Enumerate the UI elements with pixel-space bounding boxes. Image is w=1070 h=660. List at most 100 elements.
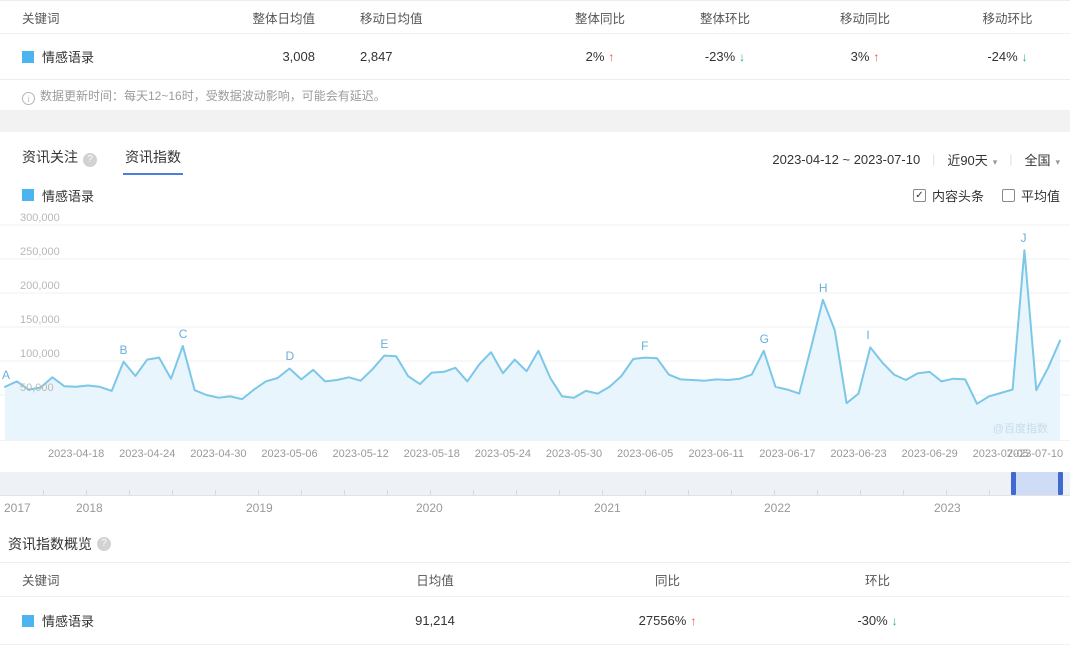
col-mobile-mom: 移动环比 <box>982 11 1033 26</box>
up-arrow-icon <box>873 50 879 64</box>
col-yoy: 同比 <box>654 574 680 588</box>
year-label-2022: 2022 <box>764 501 791 515</box>
info-icon: i <box>22 92 35 105</box>
period-select[interactable]: 近90天 ▾ <box>947 150 997 169</box>
x-axis-label: 2023-06-11 <box>688 448 744 460</box>
content-headlines-checkbox[interactable]: ✓ 内容头条 <box>912 186 984 205</box>
col-keyword: 关键词 <box>22 574 60 588</box>
keyword-label: 情感语录 <box>42 50 95 65</box>
slider-tick <box>172 490 173 495</box>
col-overall-mom: 整体环比 <box>699 11 750 26</box>
x-axis-label: 2023-05-06 <box>261 448 318 460</box>
slider-selection[interactable] <box>1011 472 1063 495</box>
slider-tick <box>860 490 861 495</box>
mobile-daily-avg-value: 2,847 <box>360 49 393 64</box>
tab-news-attention[interactable]: 资讯关注? <box>8 141 111 177</box>
y-axis-label: 100,000 <box>20 348 60 360</box>
col-daily-avg: 日均值 <box>416 574 454 588</box>
year-label-2017: 2017 <box>4 501 31 515</box>
y-axis-label: 200,000 <box>20 280 60 292</box>
slider-right-handle[interactable] <box>1058 472 1063 495</box>
col-mom: 环比 <box>864 574 890 588</box>
average-checkbox[interactable]: 平均值 <box>1001 186 1060 205</box>
slider-tick <box>817 490 818 495</box>
x-axis-label: 2023-06-05 <box>616 448 674 460</box>
x-axis-label: 2023-05-24 <box>474 448 531 460</box>
chevron-down-icon: ▾ <box>992 156 998 167</box>
x-axis-label: 2023-06-17 <box>759 448 816 460</box>
peak-annotation-H: H <box>818 280 828 295</box>
col-mobile-daily-avg: 移动日均值 <box>360 11 423 26</box>
x-axis-label: 2023-07-10 <box>1006 448 1064 460</box>
slider-tick <box>86 490 87 495</box>
slider-tick <box>946 490 947 495</box>
slider-tick <box>387 490 388 495</box>
overall-mom-value: -23% <box>665 34 785 80</box>
series-color-swatch <box>22 189 34 201</box>
daily-avg-value: 91,214 <box>415 613 455 628</box>
x-axis-label: 2023-04-24 <box>119 448 176 460</box>
peak-annotation-B: B <box>119 342 128 357</box>
down-arrow-icon <box>739 50 745 64</box>
slider-tick <box>645 490 646 495</box>
section-divider <box>0 110 1070 132</box>
overview-heading: 资讯指数概览? <box>0 532 1070 556</box>
chart-tabs-row: 资讯关注? 资讯指数 2023-04-12 ~ 2023-07-10 | 近90… <box>0 132 1070 178</box>
down-arrow-icon <box>1022 50 1028 64</box>
data-update-note: i 数据更新时间：每天12~16时，受数据波动影响，可能会有延迟。 <box>0 80 1070 105</box>
mobile-mom-value: -24% <box>945 34 1070 80</box>
date-range-label: 2023-04-12 ~ 2023-07-10 <box>772 151 921 167</box>
trend-line-svg <box>0 224 1070 440</box>
x-axis-label: 2023-05-30 <box>545 448 603 460</box>
divider: | <box>932 152 936 166</box>
y-axis-label: 50,000 <box>20 382 54 394</box>
chart-legend-row: 情感语录 ✓ 内容头条 平均值 <box>0 182 1070 208</box>
series-color-swatch <box>22 615 34 627</box>
slider-tick <box>43 490 44 495</box>
slider-tick <box>774 490 775 495</box>
overview-title: 资讯指数概览 <box>8 536 92 552</box>
slider-tick <box>473 490 474 495</box>
col-mobile-yoy: 移动同比 <box>839 11 890 26</box>
watermark: @百度指数 <box>992 423 1048 435</box>
slider-left-handle[interactable] <box>1011 472 1016 495</box>
timeline-slider[interactable] <box>0 472 1070 496</box>
index-trend-chart[interactable]: @百度指数 300,000 250,000 200,000 150,000 100,00… <box>0 212 1070 440</box>
peak-annotation-F: F <box>641 338 649 353</box>
slider-tick <box>903 490 904 495</box>
x-axis-label: 2023-05-18 <box>403 448 460 460</box>
overall-yoy-value: 2% <box>535 34 665 80</box>
timeline-year-labels: 2017 2018 2019 2020 2021 2022 2023 <box>0 496 1070 520</box>
year-label-2019: 2019 <box>246 501 273 515</box>
table-header-row: 关键词 整体日均值 移动日均值 整体同比 整体环比 移动同比 移动环比 <box>0 1 1070 34</box>
chevron-down-icon: ▾ <box>1055 156 1060 167</box>
y-axis-label: 300,000 <box>20 212 60 224</box>
x-axis-label: 2023-04-30 <box>190 448 247 460</box>
x-axis-label: 2023-06-23 <box>830 448 887 460</box>
peak-annotation-C: C <box>178 327 188 342</box>
slider-tick <box>731 490 732 495</box>
year-label-2021: 2021 <box>594 501 621 515</box>
tab-news-index[interactable]: 资讯指数 <box>111 141 195 177</box>
y-axis-label: 150,000 <box>20 314 60 326</box>
peak-annotation-J: J <box>1020 231 1027 246</box>
year-label-2023: 2023 <box>934 501 961 515</box>
help-icon[interactable]: ? <box>83 153 97 167</box>
slider-tick <box>258 490 259 495</box>
peak-annotation-A: A <box>2 367 11 382</box>
year-label-2018: 2018 <box>76 501 103 515</box>
checkbox-checked-icon: ✓ <box>912 188 926 202</box>
col-overall-yoy: 整体同比 <box>574 11 625 26</box>
baidu-index-page: 关键词 整体日均值 移动日均值 整体同比 整体环比 移动同比 移动环比 情感语录… <box>0 0 1070 645</box>
x-axis-labels: 2023-04-18 2023-04-24 2023-04-30 2023-05-06… <box>0 440 1070 466</box>
col-overall-daily-avg: 整体日均值 <box>252 11 315 26</box>
legend-keyword[interactable]: 情感语录 <box>42 186 94 205</box>
slider-tick <box>688 490 689 495</box>
x-axis-label: 2023-05-12 <box>332 448 389 460</box>
slider-tick <box>516 490 517 495</box>
help-icon[interactable]: ? <box>97 537 111 551</box>
x-axis-label: 2023-06-29 <box>901 448 958 460</box>
region-select[interactable]: 全国 ▾ <box>1024 150 1060 169</box>
mobile-yoy-value: 3% <box>785 34 945 80</box>
down-arrow-icon <box>892 614 898 628</box>
